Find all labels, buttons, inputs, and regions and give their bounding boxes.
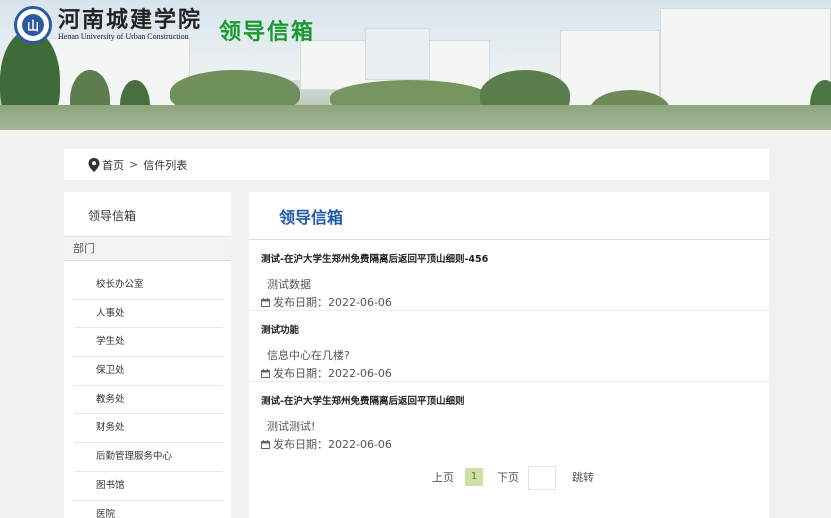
letter-item: 测试功能 信息中心在几楼? 发布日期： 2022-06-06 [249,311,769,382]
banner-ground [0,105,831,130]
main-content: 领导信箱 测试-在沪大学生郑州免费隔离后返回平顶山细则-456 测试数据 发布日… [249,192,769,518]
school-logo[interactable]: 山 河南城建学院 Henan University of Urban Const… [14,6,202,44]
dept-list: 校长办公室 人事处 学生处 保卫处 教务处 财务处 后勤管理服务中心 图书馆 医… [64,261,231,518]
calendar-icon [261,368,270,378]
letter-content: 信息中心在几楼? [267,349,350,362]
letter-date-value: 2022-06-06 [328,295,392,309]
letter-title[interactable]: 测试功能 [261,322,299,336]
jump-button[interactable]: 跳转 [572,469,594,485]
letter-content: 测试数据 [267,278,311,291]
letter-title[interactable]: 测试-在沪大学生郑州免费隔离后返回平顶山细则 [261,393,464,407]
location-pin-icon [88,157,100,172]
school-name-cn: 河南城建学院 [58,7,203,33]
letter-date-prefix: 发布日期： [273,367,328,380]
letter-item: 测试-在沪大学生郑州免费隔离后返回平顶山细则-456 测试数据 发布日期： 202… [249,240,769,311]
emblem-mark: 山 [22,14,44,36]
breadcrumb: 首页 > 信件列表 [64,149,769,180]
sidebar-item-hospital[interactable]: 医院 [74,501,223,518]
page-title: 领导信箱 [249,192,769,240]
sidebar-item-logistics[interactable]: 后勤管理服务中心 [74,443,223,472]
sidebar-title: 领导信箱 [64,192,231,237]
letter-title[interactable]: 测试-在沪大学生郑州免费隔离后返回平顶山细则-456 [261,251,488,265]
pagination: 上页 1 下页 跳转 [249,464,769,490]
letter-date: 发布日期： 2022-06-06 [261,365,392,381]
next-page-button[interactable]: 下页 [497,469,519,485]
sidebar-item-academic-affairs[interactable]: 教务处 [74,386,223,415]
breadcrumb-home-link[interactable]: 首页 [102,157,124,173]
page-jump-input[interactable] [528,466,556,490]
banner-building [365,28,430,80]
school-name: 河南城建学院 Henan University of Urban Constru… [58,8,202,42]
prev-page-button[interactable]: 上页 [432,469,454,485]
breadcrumb-separator: > [129,158,139,171]
letter-date: 发布日期： 2022-06-06 [261,294,392,310]
letter-date-prefix: 发布日期： [273,296,328,309]
letter-date: 发布日期： 2022-06-06 [261,436,392,452]
letter-content: 测试测试! [267,420,316,433]
letter-date-value: 2022-06-06 [328,437,392,451]
sidebar-item-president-office[interactable]: 校长办公室 [74,271,223,300]
breadcrumb-current: 信件列表 [143,158,188,172]
school-emblem: 山 [14,6,52,44]
header-banner: 山 河南城建学院 Henan University of Urban Const… [0,0,831,130]
letter-date-prefix: 发布日期： [273,438,328,451]
calendar-icon [261,439,270,449]
sidebar-item-student-affairs[interactable]: 学生处 [74,328,223,358]
site-title: 领导信箱 [219,20,316,45]
school-name-en: Henan University of Urban Construction [58,32,189,41]
calendar-icon [261,297,270,307]
sidebar: 领导信箱 部门 校长办公室 人事处 学生处 保卫处 教务处 财务处 后勤管理服务… [64,192,231,518]
sidebar-item-finance[interactable]: 财务处 [74,414,223,444]
letter-date-value: 2022-06-06 [328,366,392,380]
letter-item: 测试-在沪大学生郑州免费隔离后返回平顶山细则 测试测试! 发布日期： 2022-0… [249,382,769,453]
sidebar-item-hr[interactable]: 人事处 [74,300,223,329]
sidebar-item-library[interactable]: 图书馆 [74,472,223,501]
sidebar-dept-header: 部门 [64,237,231,261]
sidebar-item-security[interactable]: 保卫处 [74,357,223,386]
current-page[interactable]: 1 [465,468,483,486]
banner-building [40,38,190,108]
